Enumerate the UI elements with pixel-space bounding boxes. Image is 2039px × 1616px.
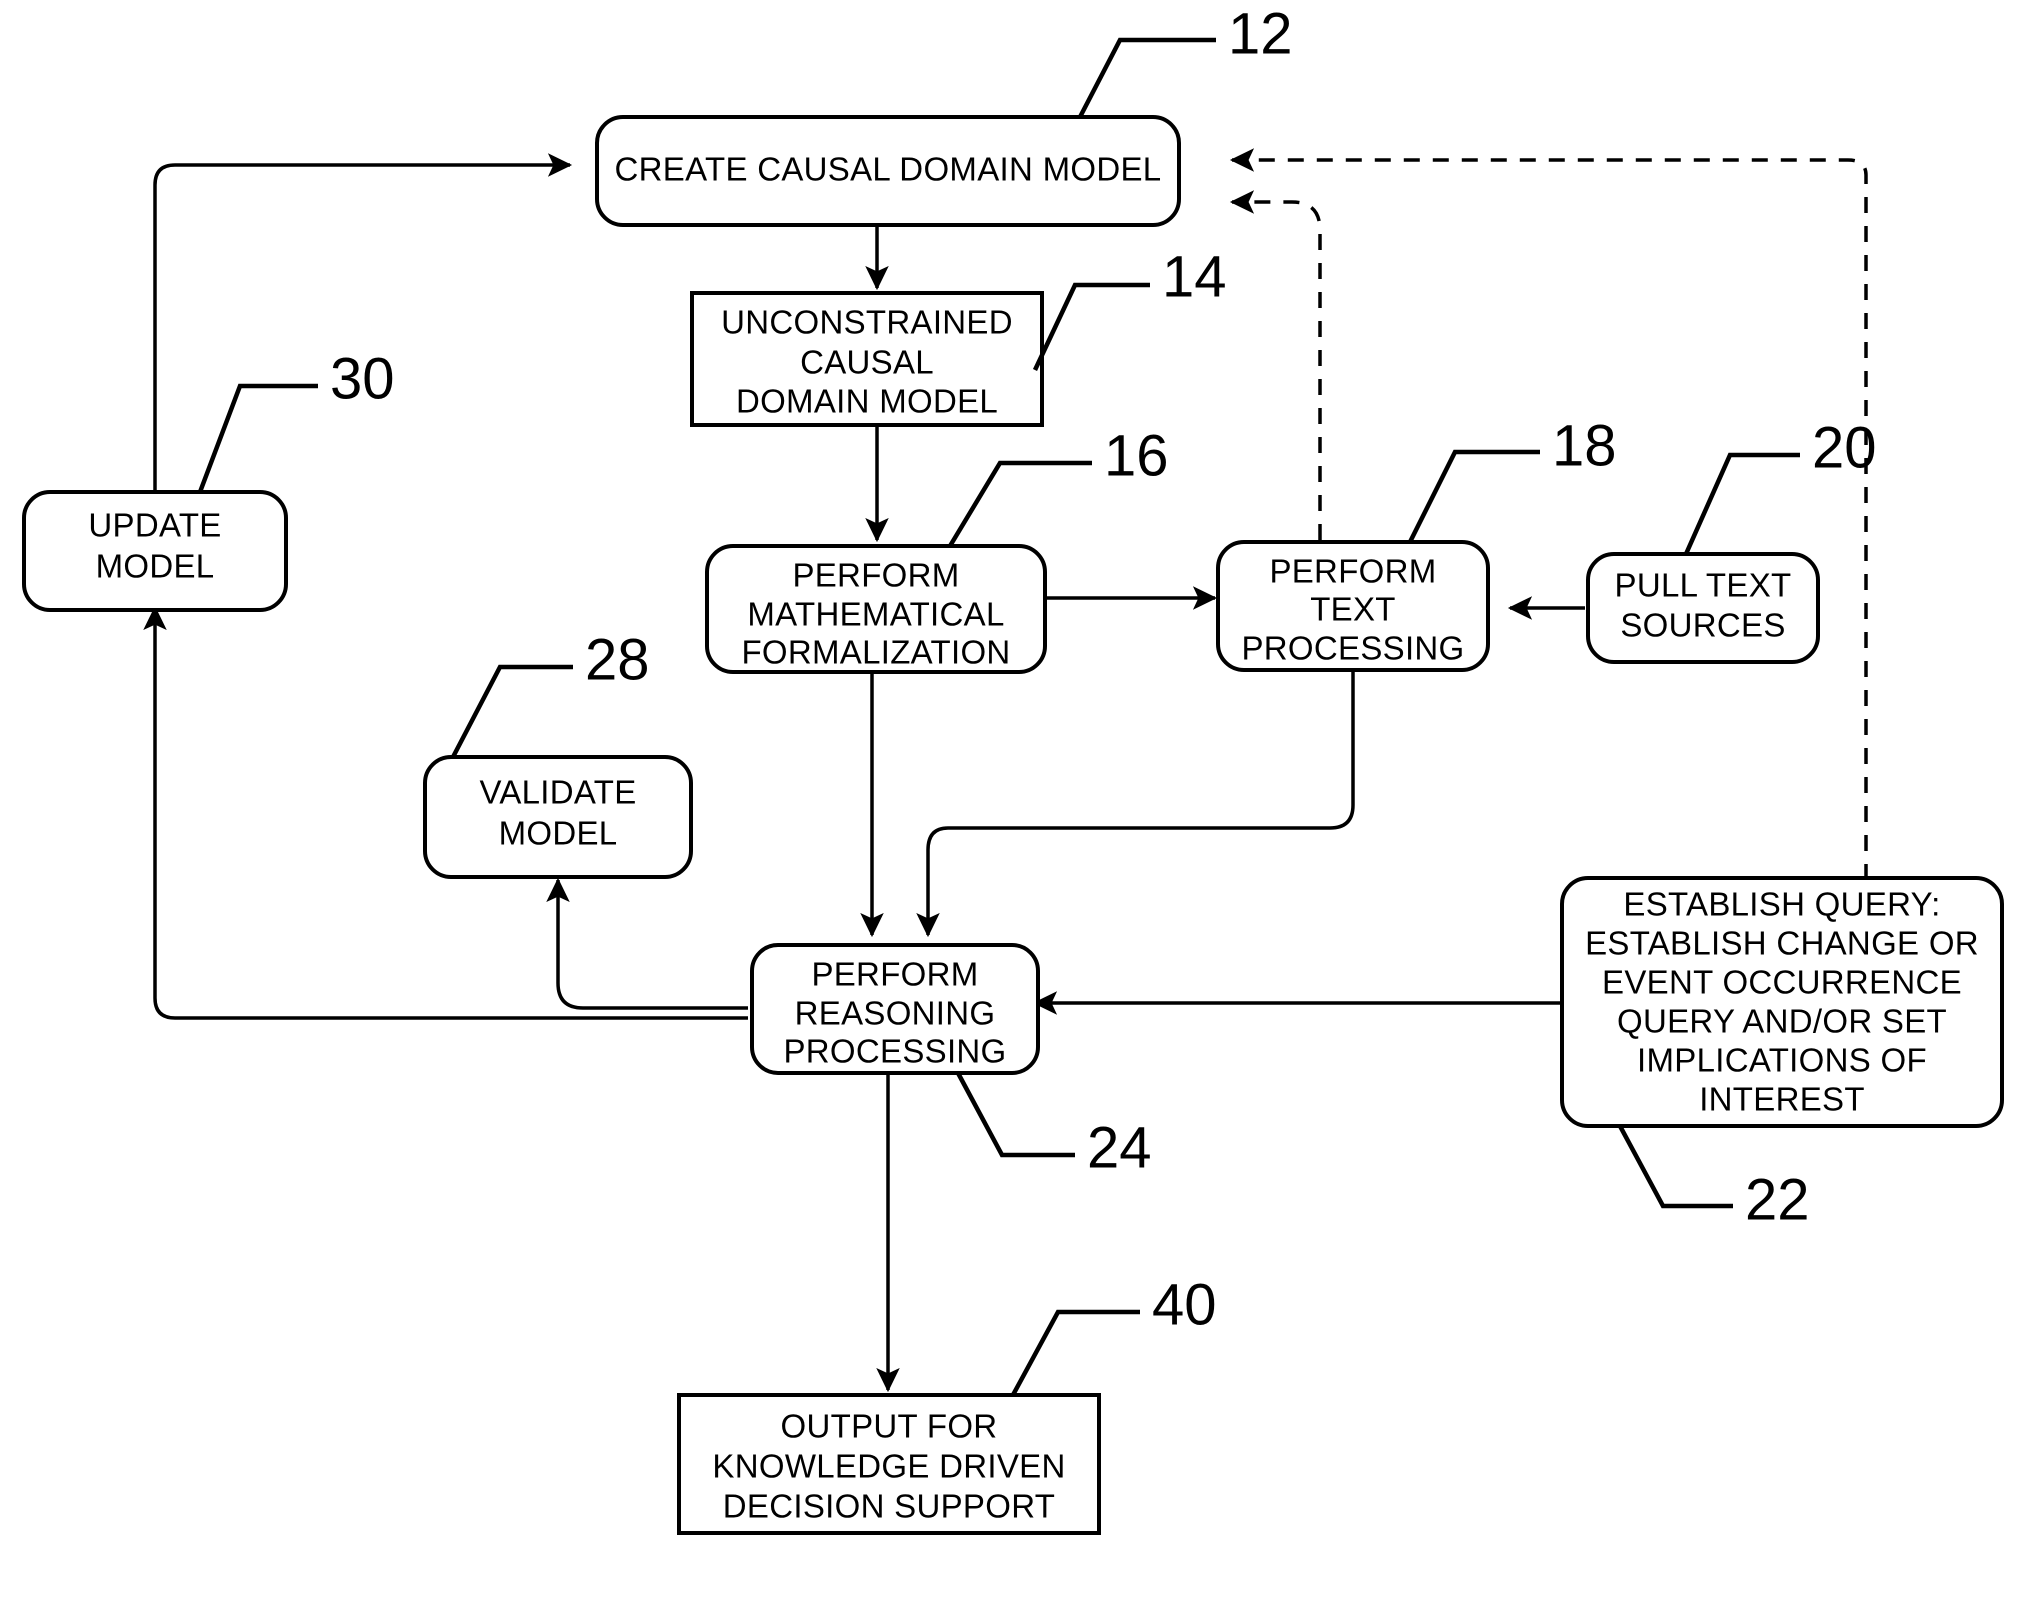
node-perform-mathematical-formalization[interactable]: PERFORM MATHEMATICAL FORMALIZATION bbox=[705, 544, 1047, 674]
reference-numeral-30: 30 bbox=[330, 346, 395, 411]
node-label-output-line-1: OUTPUT FOR bbox=[781, 1408, 998, 1445]
node-pull-text-sources[interactable]: PULL TEXT SOURCES bbox=[1586, 552, 1820, 664]
node-label-text-line-3: PROCESSING bbox=[1241, 630, 1464, 667]
reference-numeral-22: 22 bbox=[1745, 1167, 1810, 1232]
node-create-causal-domain-model[interactable]: CREATE CAUSAL DOMAIN MODEL bbox=[595, 115, 1181, 227]
node-label-update-line-2: MODEL bbox=[96, 548, 215, 585]
node-label-output-line-2: KNOWLEDGE DRIVEN bbox=[712, 1448, 1065, 1485]
reference-numeral-20: 20 bbox=[1812, 415, 1877, 480]
leader-line-40 bbox=[1011, 1309, 1140, 1397]
node-label-reason-line-1: PERFORM bbox=[811, 956, 978, 993]
node-label-query-line-1: ESTABLISH QUERY: bbox=[1623, 886, 1940, 923]
leader-line-14 bbox=[1032, 282, 1150, 371]
reference-numeral-12: 12 bbox=[1228, 1, 1293, 66]
connection-text-to-reasoning bbox=[916, 670, 1355, 938]
leader-line-24 bbox=[956, 1071, 1075, 1158]
leader-line-28 bbox=[451, 664, 573, 759]
figure-canvas: CREATE CAUSAL DOMAIN MODEL UNCONSTRAINED… bbox=[0, 0, 2039, 1616]
reference-numeral-28: 28 bbox=[585, 627, 650, 692]
node-label-validate-line-1: VALIDATE bbox=[479, 774, 636, 811]
leader-line-12 bbox=[1078, 37, 1216, 119]
node-label-validate-line-2: MODEL bbox=[499, 815, 618, 852]
node-perform-text-processing[interactable]: PERFORM TEXT PROCESSING bbox=[1216, 540, 1490, 672]
node-label-update-line-1: UPDATE bbox=[88, 507, 221, 544]
node-label-unconstrained-line-3: DOMAIN MODEL bbox=[736, 383, 998, 420]
node-label-query-line-2: ESTABLISH CHANGE OR bbox=[1585, 925, 1979, 962]
reference-numeral-18: 18 bbox=[1552, 413, 1617, 478]
node-label-math-line-2: MATHEMATICAL bbox=[747, 596, 1004, 633]
leader-line-30 bbox=[197, 383, 318, 493]
node-label-text-line-1: PERFORM bbox=[1269, 553, 1436, 590]
node-label-query-line-6: INTEREST bbox=[1699, 1081, 1865, 1118]
reference-numeral-24: 24 bbox=[1087, 1115, 1152, 1180]
node-label-output-line-3: DECISION SUPPORT bbox=[723, 1488, 1055, 1525]
reference-numeral-14: 14 bbox=[1162, 244, 1227, 309]
node-label-math-line-3: FORMALIZATION bbox=[741, 634, 1010, 671]
node-label-text-line-2: TEXT bbox=[1310, 591, 1396, 628]
node-label-reason-line-2: REASONING bbox=[795, 995, 996, 1032]
reference-numeral-16: 16 bbox=[1104, 423, 1169, 488]
node-validate-model[interactable]: VALIDATE MODEL bbox=[423, 755, 693, 879]
node-label-pull-line-1: PULL TEXT bbox=[1615, 567, 1792, 604]
node-label-query-line-5: IMPLICATIONS OF bbox=[1637, 1042, 1927, 1079]
node-label-unconstrained-line-1: UNCONSTRAINED bbox=[721, 304, 1013, 341]
leader-line-18 bbox=[1407, 449, 1540, 544]
node-label-pull-line-2: SOURCES bbox=[1620, 607, 1785, 644]
node-label-reason-line-3: PROCESSING bbox=[783, 1033, 1006, 1070]
node-label-create-causal-domain-model: CREATE CAUSAL DOMAIN MODEL bbox=[615, 151, 1162, 188]
node-update-model[interactable]: UPDATE MODEL bbox=[22, 490, 288, 612]
leader-line-20 bbox=[1683, 452, 1800, 555]
flowchart-svg: CREATE CAUSAL DOMAIN MODEL UNCONSTRAINED… bbox=[22, 1, 2004, 1535]
node-label-query-line-3: EVENT OCCURRENCE bbox=[1602, 964, 1962, 1001]
node-establish-query[interactable]: ESTABLISH QUERY: ESTABLISH CHANGE OR EVE… bbox=[1560, 876, 2004, 1128]
node-perform-reasoning-processing[interactable]: PERFORM REASONING PROCESSING bbox=[750, 943, 1040, 1075]
reference-numeral-40: 40 bbox=[1152, 1272, 1217, 1337]
leader-line-22 bbox=[1618, 1124, 1733, 1209]
connection-query-to-create-dashed bbox=[1229, 148, 1868, 880]
connection-text-to-create-dashed bbox=[1229, 190, 1322, 540]
node-unconstrained-causal-domain-model[interactable]: UNCONSTRAINED CAUSAL DOMAIN MODEL bbox=[690, 291, 1044, 427]
node-output-decision-support[interactable]: OUTPUT FOR KNOWLEDGE DRIVEN DECISION SUP… bbox=[677, 1393, 1101, 1535]
leader-line-16 bbox=[948, 460, 1092, 548]
connection-reasoning-to-validate bbox=[546, 877, 748, 1010]
node-label-math-line-1: PERFORM bbox=[792, 557, 959, 594]
node-label-query-line-4: QUERY AND/OR SET bbox=[1617, 1003, 1947, 1040]
node-label-unconstrained-line-2: CAUSAL bbox=[800, 344, 934, 381]
